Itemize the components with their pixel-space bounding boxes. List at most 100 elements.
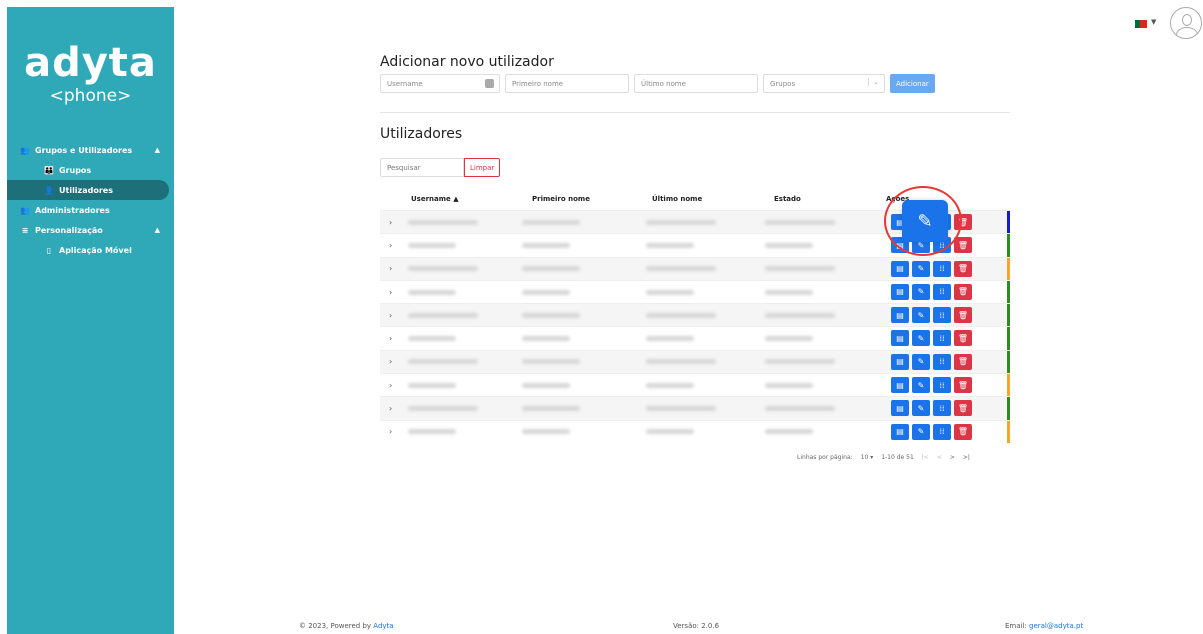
delete-button[interactable]: 🗑: [954, 330, 972, 347]
edit-card-button[interactable]: ▤: [891, 260, 909, 277]
edit-card-button[interactable]: ▤: [891, 307, 909, 324]
username-input[interactable]: Username: [380, 74, 500, 93]
chevron-right-icon[interactable]: ›: [389, 288, 392, 297]
next-page-button[interactable]: >: [950, 454, 955, 461]
footer-email: Email: geral@adyta.pt: [1005, 622, 1083, 630]
column-status[interactable]: Estado: [774, 195, 801, 203]
edit-button[interactable]: ✎: [912, 260, 930, 277]
permissions-button[interactable]: ⁞⁞: [933, 307, 951, 324]
chevron-right-icon[interactable]: ›: [389, 241, 392, 250]
permissions-button[interactable]: ⁞⁞: [933, 283, 951, 300]
edit-card-button[interactable]: ▤: [891, 377, 909, 394]
edit-button[interactable]: ✎: [912, 307, 930, 324]
delete-button[interactable]: 🗑: [954, 353, 972, 370]
permissions-button[interactable]: ⁞⁞: [933, 330, 951, 347]
chevron-right-icon[interactable]: ›: [389, 218, 392, 227]
edit-card-button[interactable]: ▤: [891, 283, 909, 300]
delete-button[interactable]: 🗑: [954, 237, 972, 254]
edit-card-button[interactable]: ▤: [891, 353, 909, 370]
sidebar-item-groups[interactable]: 👪 Grupos: [7, 160, 174, 180]
table-row[interactable]: › ▤ ✎ ⁞⁞ 🗑: [380, 303, 1010, 327]
chevron-right-icon[interactable]: ›: [389, 264, 392, 273]
edit-button[interactable]: ✎: [912, 283, 930, 300]
username-placeholder: Username: [387, 79, 423, 88]
keyboard-icon[interactable]: [485, 79, 494, 88]
last-name-input[interactable]: Último nome: [634, 74, 758, 93]
edit-button-zoomed[interactable]: ✎: [902, 200, 948, 242]
permissions-button[interactable]: ⁞⁞: [933, 377, 951, 394]
groups-select[interactable]: Grupos ⌄: [763, 74, 885, 93]
permissions-button[interactable]: ⁞⁞: [933, 423, 951, 440]
table-row[interactable]: › ▤ ✎ ⁞⁞ 🗑: [380, 349, 1010, 374]
column-username[interactable]: Username ▲: [411, 195, 459, 203]
permissions-button[interactable]: ⁞⁞: [933, 400, 951, 417]
edit-card-button[interactable]: ▤: [891, 423, 909, 440]
sidebar-item-users[interactable]: 👤 Utilizadores: [7, 180, 169, 200]
chevron-right-icon[interactable]: ›: [389, 381, 392, 390]
prev-page-button[interactable]: <: [937, 454, 942, 461]
table-row[interactable]: › ▤ ✎ ⁞⁞ 🗑: [380, 279, 1010, 304]
sidebar-item-label: Utilizadores: [59, 185, 113, 195]
trash-icon: 🗑: [957, 264, 969, 274]
first-name-input[interactable]: Primeiro nome: [505, 74, 629, 93]
permissions-button[interactable]: ⁞⁞: [933, 260, 951, 277]
users-search: Pesquisar Limpar: [380, 158, 501, 177]
edit-card-button[interactable]: ▤: [891, 330, 909, 347]
edit-icon: ✎: [917, 380, 925, 390]
edit-button[interactable]: ✎: [912, 330, 930, 347]
email-link[interactable]: geral@adyta.pt: [1029, 622, 1083, 630]
delete-button[interactable]: 🗑: [954, 307, 972, 324]
edit-button[interactable]: ✎: [912, 423, 930, 440]
table-row[interactable]: › ▤ ✎ ⁞⁞ 🗑: [380, 256, 1010, 280]
add-user-button[interactable]: Adicionar: [890, 74, 935, 93]
trash-icon: 🗑: [957, 287, 969, 297]
redacted-cell: [646, 429, 694, 435]
chevron-right-icon[interactable]: ›: [389, 427, 392, 436]
column-last-name[interactable]: Último nome: [652, 195, 702, 203]
permissions-button[interactable]: ⁞⁞: [933, 353, 951, 370]
edit-card-button[interactable]: ▤: [891, 400, 909, 417]
edit-button[interactable]: ✎: [912, 400, 930, 417]
status-indicator: [1007, 327, 1010, 350]
chevron-down-icon[interactable]: ▼: [1151, 18, 1156, 26]
edit-button[interactable]: ✎: [912, 353, 930, 370]
sidebar-item-groups-users[interactable]: 👥 Grupos e Utilizadores ▲: [7, 140, 174, 160]
sidebar-item-personalization[interactable]: ≡ Personalização ▲: [7, 220, 174, 240]
table-row[interactable]: › ▤ ✎ ⁞⁞ 🗑: [380, 419, 1010, 443]
pagination: Linhas por página: 10 ▾ 1-10 de 51 |< < …: [797, 454, 970, 461]
redacted-cell: [522, 429, 570, 435]
chevron-right-icon[interactable]: ›: [389, 404, 392, 413]
table-row[interactable]: › ▤ ✎ ⁞⁞ 🗑: [380, 373, 1010, 397]
delete-button[interactable]: 🗑: [954, 283, 972, 300]
delete-button[interactable]: 🗑: [954, 377, 972, 394]
chevron-right-icon[interactable]: ›: [389, 357, 392, 366]
chevron-down-icon[interactable]: ⌄: [868, 78, 879, 86]
language-flag-icon[interactable]: [1135, 20, 1147, 28]
first-page-button[interactable]: |<: [922, 454, 929, 461]
search-input[interactable]: Pesquisar: [380, 158, 464, 177]
logo-name: adyta: [24, 40, 157, 86]
clear-button[interactable]: Limpar: [464, 158, 501, 177]
table-row[interactable]: › ▤ ✎ ⁞⁞ 🗑: [380, 326, 1010, 350]
rows-per-page-select[interactable]: 10 ▾: [861, 454, 874, 461]
status-indicator: [1007, 234, 1010, 257]
column-first-name[interactable]: Primeiro nome: [532, 195, 590, 203]
last-page-button[interactable]: >|: [963, 454, 970, 461]
edit-button[interactable]: ✎: [912, 377, 930, 394]
powered-by-link[interactable]: Adyta: [373, 622, 393, 630]
delete-button[interactable]: 🗑: [954, 260, 972, 277]
chevron-right-icon[interactable]: ›: [389, 334, 392, 343]
delete-button[interactable]: 🗑: [954, 400, 972, 417]
avatar[interactable]: [1170, 7, 1202, 39]
menu-icon: ≡: [21, 225, 29, 235]
delete-button[interactable]: 🗑: [954, 423, 972, 440]
redacted-cell: [765, 219, 835, 225]
table-row[interactable]: › ▤ ✎ ⁞⁞ 🗑: [380, 396, 1010, 420]
sidebar-item-admins[interactable]: 👥 Administradores: [7, 200, 174, 220]
row-actions: ▤ ✎ ⁞⁞ 🗑: [891, 260, 972, 277]
card-icon: ▤: [896, 264, 904, 274]
sidebar-item-mobile-app[interactable]: ▯ Aplicação Móvel: [7, 240, 174, 260]
chevron-right-icon[interactable]: ›: [389, 311, 392, 320]
edit-icon: ✎: [917, 357, 925, 367]
footer-copyright: © 2023, Powered by Adyta: [299, 622, 394, 630]
